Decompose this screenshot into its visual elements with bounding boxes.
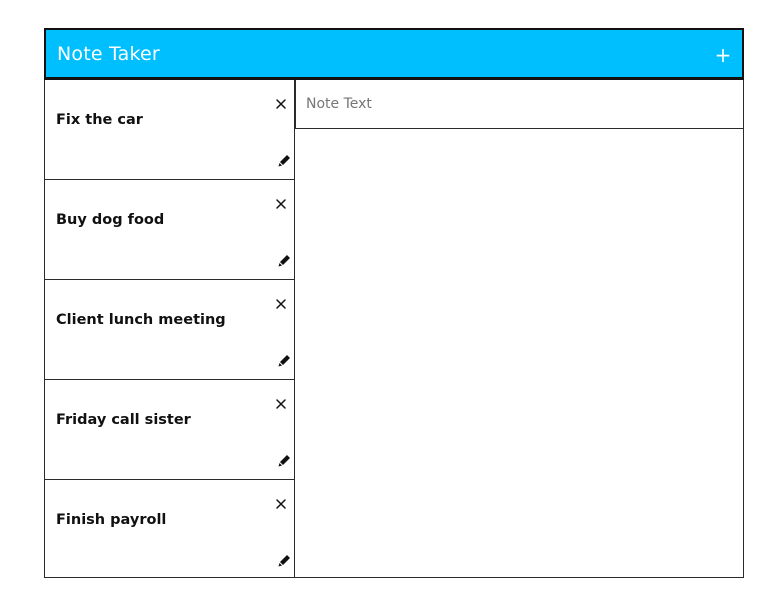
pencil-icon[interactable] — [278, 352, 291, 367]
note-title[interactable]: Client lunch meeting — [56, 312, 226, 328]
close-icon[interactable] — [275, 495, 287, 509]
note-taker-app: Note Taker + Fix the car Buy dog food Cl… — [44, 28, 744, 578]
close-icon[interactable] — [275, 195, 287, 209]
pencil-icon[interactable] — [278, 452, 291, 467]
note-title[interactable]: Finish payroll — [56, 512, 166, 528]
note-title[interactable]: Buy dog food — [56, 212, 164, 228]
note-item[interactable]: Client lunch meeting — [45, 280, 294, 380]
note-editor — [295, 80, 744, 577]
note-title[interactable]: Friday call sister — [56, 412, 191, 428]
note-item[interactable]: Buy dog food — [45, 180, 294, 280]
note-text-input[interactable] — [295, 80, 744, 129]
app-header: Note Taker + — [44, 28, 744, 80]
close-icon[interactable] — [275, 295, 287, 309]
note-title[interactable]: Fix the car — [56, 112, 143, 128]
note-item[interactable]: Finish payroll — [45, 480, 294, 577]
notes-list: Fix the car Buy dog food Client lunch me… — [45, 80, 295, 577]
add-note-button[interactable]: + — [714, 45, 732, 65]
pencil-icon[interactable] — [278, 152, 291, 167]
pencil-icon[interactable] — [278, 552, 291, 567]
note-item[interactable]: Fix the car — [45, 80, 294, 180]
app-title: Note Taker — [57, 43, 160, 65]
close-icon[interactable] — [275, 95, 287, 109]
close-icon[interactable] — [275, 395, 287, 409]
note-item[interactable]: Friday call sister — [45, 380, 294, 480]
pencil-icon[interactable] — [278, 252, 291, 267]
